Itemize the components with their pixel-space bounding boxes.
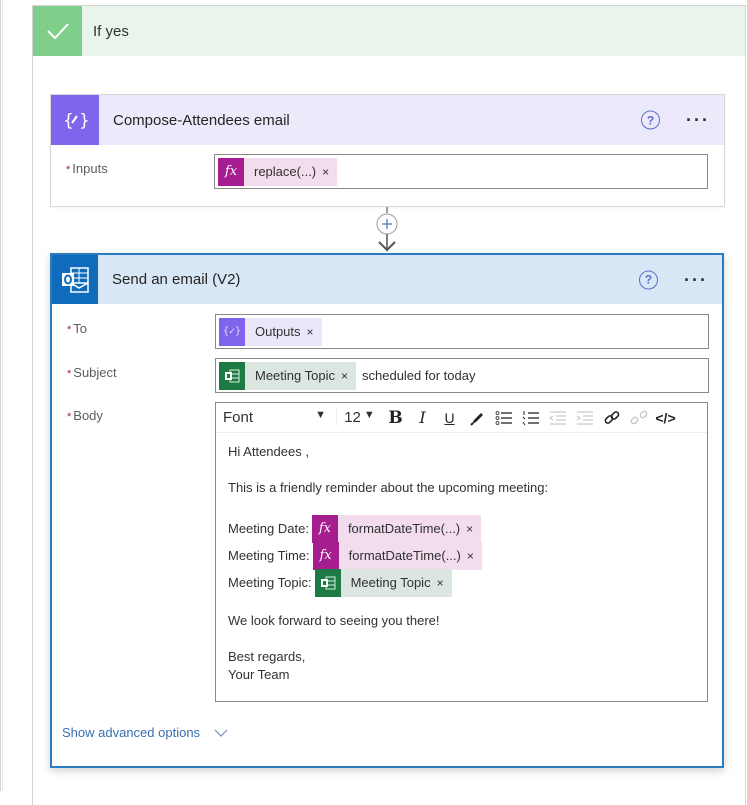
subject-label: * Subject <box>67 365 117 380</box>
compose-variable-icon: { } <box>51 95 99 145</box>
more-options-icon[interactable]: ··· <box>684 271 708 289</box>
if-yes-header[interactable]: If yes <box>33 6 745 56</box>
meeting-topic-row: Meeting Topic: Meeting Topic × <box>228 568 695 597</box>
expression-token[interactable]: fx formatDateTime(...) × <box>312 541 482 570</box>
numbered-list-icon[interactable] <box>517 404 544 432</box>
signoff-line-1: Best regards, <box>228 649 306 664</box>
signoff-line-2: Your Team <box>228 667 290 682</box>
body-label: * Body <box>67 408 103 423</box>
body-editor[interactable]: Font ▼ 12 ▼ B I U </> Hi Attendees , Thi… <box>215 402 708 702</box>
help-icon[interactable]: ? <box>641 110 660 130</box>
unlink-icon[interactable] <box>625 404 652 432</box>
remove-token-icon[interactable]: × <box>307 325 322 339</box>
compose-card-title: Compose-Attendees email <box>113 111 290 129</box>
excel-icon <box>314 568 341 597</box>
remove-token-icon[interactable]: × <box>437 574 452 592</box>
remove-token-icon[interactable]: × <box>467 547 482 565</box>
chevron-down-icon <box>214 725 228 740</box>
chevron-down-icon: ▼ <box>363 409 375 421</box>
outputs-token[interactable]: {✓} Outputs × <box>219 317 322 346</box>
link-icon[interactable] <box>598 404 625 432</box>
highlight-pen-icon[interactable] <box>463 404 490 432</box>
compose-action-card: { } Compose-Attendees email ? ··· *Input… <box>50 94 725 207</box>
underline-button[interactable]: U <box>436 404 463 432</box>
compose-variable-icon: {✓} <box>219 317 245 346</box>
subject-text: scheduled for today <box>362 368 476 383</box>
function-icon: fx <box>312 541 339 570</box>
subject-field[interactable]: Meeting Topic × scheduled for today <box>215 358 709 393</box>
remove-token-icon[interactable]: × <box>466 520 481 538</box>
excel-icon <box>219 361 245 390</box>
meeting-topic-token[interactable]: Meeting Topic × <box>219 361 356 390</box>
code-view-button[interactable]: </> <box>652 404 679 432</box>
to-field[interactable]: {✓} Outputs × <box>215 314 709 349</box>
meeting-date-row: Meeting Date: fx formatDateTime(...) × <box>228 514 695 543</box>
function-icon: fx <box>218 157 244 186</box>
decrease-indent-icon[interactable] <box>544 404 571 432</box>
add-step-connector[interactable] <box>374 207 400 253</box>
email-card-title: Send an email (V2) <box>112 271 241 288</box>
checkmark-icon <box>33 6 82 56</box>
bold-button[interactable]: B <box>382 404 409 432</box>
rich-text-toolbar: Font ▼ 12 ▼ B I U </> <box>216 403 707 433</box>
show-advanced-options-link[interactable]: Show advanced options <box>62 725 228 740</box>
font-size-dropdown[interactable]: 12 ▼ <box>336 409 382 426</box>
compose-card-header[interactable]: { } Compose-Attendees email ? ··· <box>51 95 724 145</box>
closing-text: We look forward to seeing you there! <box>228 613 440 628</box>
remove-token-icon[interactable]: × <box>341 369 356 383</box>
svg-text:}: } <box>79 111 88 131</box>
italic-button[interactable]: I <box>409 404 436 432</box>
chevron-down-icon: ▼ <box>315 409 326 421</box>
bullet-list-icon[interactable] <box>490 404 517 432</box>
inputs-field[interactable]: fx replace(...) × <box>214 154 708 189</box>
expression-token[interactable]: fx replace(...) × <box>218 157 338 186</box>
send-email-action-card: Send an email (V2) ? ··· * To {✓} Outputs… <box>50 253 724 768</box>
inputs-label: * Inputs <box>66 161 108 176</box>
meeting-time-row: Meeting Time: fx formatDateTime(...) × <box>228 541 695 570</box>
greeting-text: Hi Attendees , <box>228 444 309 459</box>
increase-indent-icon[interactable] <box>571 404 598 432</box>
remove-token-icon[interactable]: × <box>322 165 337 179</box>
email-card-header[interactable]: Send an email (V2) ? ··· <box>52 255 722 304</box>
branch-title: If yes <box>93 22 129 40</box>
function-icon: fx <box>311 514 338 543</box>
more-options-icon[interactable]: ··· <box>686 111 710 129</box>
intro-text: This is a friendly reminder about the up… <box>228 480 549 495</box>
to-label: * To <box>67 321 88 336</box>
help-icon[interactable]: ? <box>639 270 658 289</box>
canvas-left-border <box>0 0 3 791</box>
outlook-icon <box>52 255 98 304</box>
expression-token[interactable]: fx formatDateTime(...) × <box>311 514 482 543</box>
email-body-content[interactable]: Hi Attendees , This is a friendly remind… <box>216 433 707 694</box>
font-dropdown[interactable]: Font ▼ <box>216 409 336 426</box>
meeting-topic-token[interactable]: Meeting Topic × <box>314 568 452 597</box>
